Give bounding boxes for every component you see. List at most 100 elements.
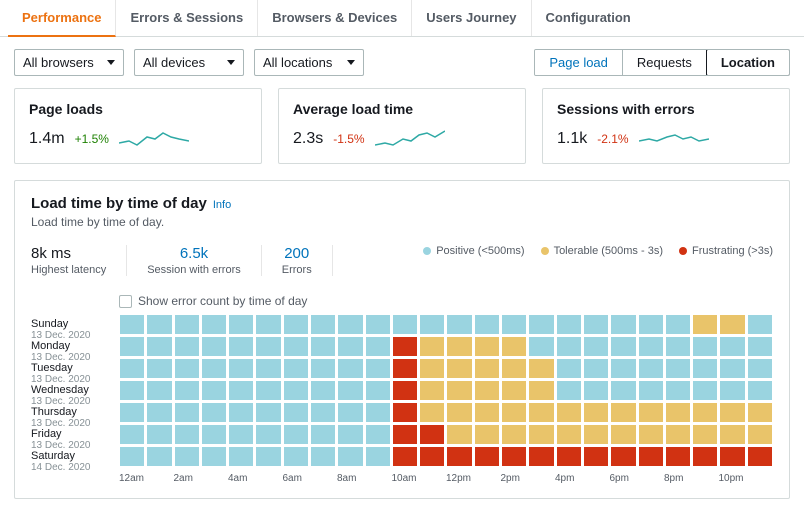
heatmap-cell[interactable] xyxy=(610,446,636,467)
location-select[interactable]: All locations xyxy=(254,49,364,76)
heatmap-cell[interactable] xyxy=(283,358,309,379)
heatmap-cell[interactable] xyxy=(255,314,281,335)
heatmap-cell[interactable] xyxy=(201,424,227,445)
heatmap-cell[interactable] xyxy=(474,314,500,335)
heatmap-cell[interactable] xyxy=(638,380,664,401)
heatmap-cell[interactable] xyxy=(337,314,363,335)
heatmap-cell[interactable] xyxy=(610,402,636,423)
show-error-count-checkbox[interactable]: Show error count by time of day xyxy=(119,294,773,308)
heatmap-cell[interactable] xyxy=(692,358,718,379)
heatmap-cell[interactable] xyxy=(310,314,336,335)
heatmap-cell[interactable] xyxy=(146,380,172,401)
heatmap-cell[interactable] xyxy=(638,358,664,379)
heatmap-cell[interactable] xyxy=(719,402,745,423)
heatmap-cell[interactable] xyxy=(747,424,773,445)
heatmap-cell[interactable] xyxy=(583,358,609,379)
heatmap-cell[interactable] xyxy=(665,336,691,357)
heatmap-cell[interactable] xyxy=(556,314,582,335)
heatmap-cell[interactable] xyxy=(119,402,145,423)
heatmap-cell[interactable] xyxy=(583,314,609,335)
heatmap-cell[interactable] xyxy=(201,402,227,423)
heatmap-cell[interactable] xyxy=(501,336,527,357)
heatmap-cell[interactable] xyxy=(665,358,691,379)
heatmap-cell[interactable] xyxy=(119,424,145,445)
heatmap-cell[interactable] xyxy=(337,336,363,357)
heatmap-cell[interactable] xyxy=(583,446,609,467)
heatmap-cell[interactable] xyxy=(365,446,391,467)
browser-select[interactable]: All browsers xyxy=(14,49,124,76)
heatmap-cell[interactable] xyxy=(610,314,636,335)
heatmap-cell[interactable] xyxy=(692,336,718,357)
heatmap-cell[interactable] xyxy=(610,358,636,379)
heatmap-cell[interactable] xyxy=(528,358,554,379)
heatmap-cell[interactable] xyxy=(638,314,664,335)
heatmap-cell[interactable] xyxy=(174,446,200,467)
heatmap-cell[interactable] xyxy=(501,402,527,423)
heatmap-cell[interactable] xyxy=(283,424,309,445)
heatmap-cell[interactable] xyxy=(501,424,527,445)
heatmap-cell[interactable] xyxy=(146,336,172,357)
heatmap-cell[interactable] xyxy=(146,358,172,379)
heatmap-cell[interactable] xyxy=(283,336,309,357)
heatmap-cell[interactable] xyxy=(419,336,445,357)
heatmap-cell[interactable] xyxy=(201,314,227,335)
heatmap-cell[interactable] xyxy=(310,402,336,423)
heatmap-cell[interactable] xyxy=(392,424,418,445)
heatmap-cell[interactable] xyxy=(419,402,445,423)
heatmap-cell[interactable] xyxy=(501,446,527,467)
stat-value[interactable]: 6.5k xyxy=(147,245,241,262)
heatmap-cell[interactable] xyxy=(556,380,582,401)
heatmap-cell[interactable] xyxy=(719,358,745,379)
heatmap-cell[interactable] xyxy=(310,424,336,445)
heatmap-cell[interactable] xyxy=(365,336,391,357)
heatmap-cell[interactable] xyxy=(392,336,418,357)
heatmap-cell[interactable] xyxy=(446,336,472,357)
heatmap-cell[interactable] xyxy=(419,358,445,379)
heatmap-cell[interactable] xyxy=(446,424,472,445)
heatmap-cell[interactable] xyxy=(528,380,554,401)
heatmap-cell[interactable] xyxy=(501,358,527,379)
heatmap-cell[interactable] xyxy=(474,446,500,467)
heatmap-cell[interactable] xyxy=(255,380,281,401)
heatmap-cell[interactable] xyxy=(365,314,391,335)
heatmap-cell[interactable] xyxy=(174,424,200,445)
heatmap-cell[interactable] xyxy=(365,380,391,401)
heatmap-cell[interactable] xyxy=(719,424,745,445)
heatmap-cell[interactable] xyxy=(201,336,227,357)
heatmap-cell[interactable] xyxy=(638,424,664,445)
heatmap-cell[interactable] xyxy=(474,424,500,445)
heatmap-cell[interactable] xyxy=(201,446,227,467)
stat-value[interactable]: 200 xyxy=(282,245,312,262)
heatmap-cell[interactable] xyxy=(747,402,773,423)
heatmap-cell[interactable] xyxy=(419,446,445,467)
info-link[interactable]: Info xyxy=(213,199,231,211)
heatmap-cell[interactable] xyxy=(747,336,773,357)
heatmap-cell[interactable] xyxy=(638,336,664,357)
heatmap-cell[interactable] xyxy=(392,380,418,401)
heatmap-cell[interactable] xyxy=(528,336,554,357)
heatmap-cell[interactable] xyxy=(174,402,200,423)
heatmap-cell[interactable] xyxy=(119,358,145,379)
seg-location[interactable]: Location xyxy=(706,49,790,76)
heatmap-cell[interactable] xyxy=(747,314,773,335)
heatmap-cell[interactable] xyxy=(665,380,691,401)
checkbox-icon[interactable] xyxy=(119,295,132,308)
heatmap-cell[interactable] xyxy=(255,424,281,445)
heatmap-cell[interactable] xyxy=(692,446,718,467)
heatmap-cell[interactable] xyxy=(638,402,664,423)
heatmap-cell[interactable] xyxy=(719,446,745,467)
heatmap-cell[interactable] xyxy=(474,380,500,401)
heatmap-cell[interactable] xyxy=(365,358,391,379)
heatmap-cell[interactable] xyxy=(747,358,773,379)
heatmap-cell[interactable] xyxy=(146,314,172,335)
heatmap-cell[interactable] xyxy=(583,336,609,357)
heatmap-cell[interactable] xyxy=(528,424,554,445)
heatmap-cell[interactable] xyxy=(747,446,773,467)
heatmap-cell[interactable] xyxy=(583,424,609,445)
heatmap-cell[interactable] xyxy=(228,424,254,445)
heatmap-cell[interactable] xyxy=(283,314,309,335)
heatmap-cell[interactable] xyxy=(392,446,418,467)
tab-configuration[interactable]: Configuration xyxy=(532,0,645,36)
heatmap-cell[interactable] xyxy=(419,380,445,401)
heatmap-cell[interactable] xyxy=(119,380,145,401)
